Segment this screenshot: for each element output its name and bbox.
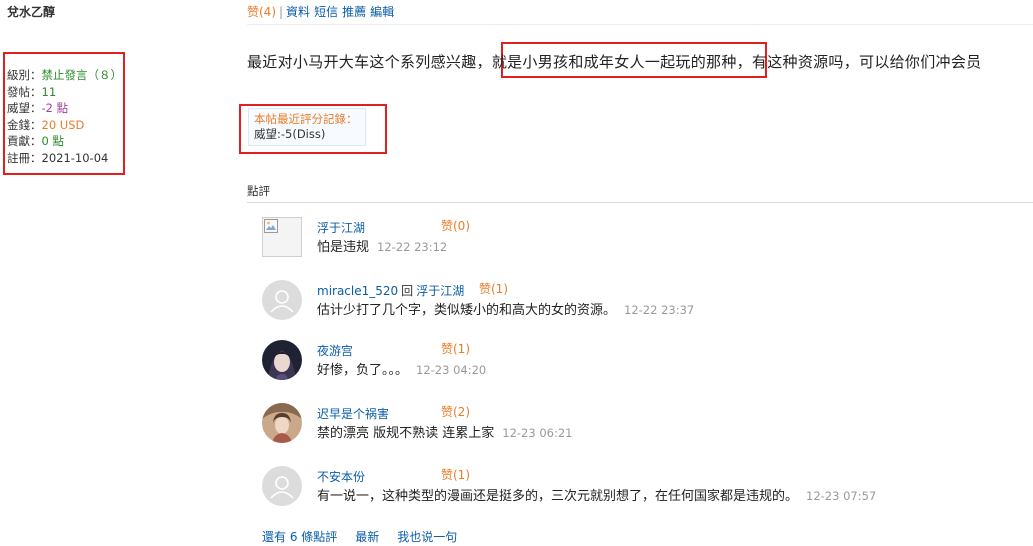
comment-praise-button[interactable]: 赞(1) bbox=[441, 340, 470, 357]
comment-time: 12-23 06:21 bbox=[502, 426, 573, 440]
comment-item: 夜游宫 赞(1) 好惨，负了。。。 12-23 04:20 bbox=[262, 340, 1022, 388]
divider bbox=[247, 202, 1033, 203]
comment-text: 估计少打了几个字，类似矮小的和高大的女的资源。 bbox=[317, 303, 617, 318]
comment-item: 迟早是个祸害 赞(2) 禁的漂亮 版规不熟读 连累上家 12-23 06:21 bbox=[262, 403, 1022, 451]
post-toolbar: 赞(4) | 資料 短信 推薦 編輯 bbox=[247, 3, 398, 20]
add-comment-link[interactable]: 我也说一句 bbox=[397, 530, 457, 544]
comment-body: 估计少打了几个字，类似矮小的和高大的女的资源。 12-22 23:37 bbox=[317, 299, 694, 318]
comment-body: 好惨，负了。。。 12-23 04:20 bbox=[317, 359, 486, 378]
broken-image-icon[interactable] bbox=[262, 217, 302, 257]
comments-heading: 點評 bbox=[247, 184, 270, 198]
comment-text: 怕是违规 bbox=[317, 240, 370, 255]
divider bbox=[247, 24, 1033, 25]
comment-text: 好惨，负了。。。 bbox=[317, 363, 409, 378]
edit-link[interactable]: 編輯 bbox=[370, 5, 394, 19]
comment-item: miracle1_520 回浮于江湖 赞(1) 估计少打了几个字，类似矮小的和高大… bbox=[262, 280, 1022, 328]
message-link[interactable]: 短信 bbox=[314, 5, 338, 19]
comment-header: 不安本份 bbox=[317, 468, 365, 485]
more-comments-link[interactable]: 還有 6 條點評 bbox=[262, 530, 337, 544]
reply-target-user[interactable]: 浮于江湖 bbox=[416, 284, 464, 298]
comment-praise-button[interactable]: 赞(0) bbox=[441, 217, 470, 234]
post-text-after: ，有这种资源吗，可以给你们冲会员 bbox=[736, 53, 982, 71]
comment-user[interactable]: miracle1_520 bbox=[317, 284, 398, 298]
comment-body: 怕是违规 12-22 23:12 bbox=[317, 236, 447, 255]
comment-user[interactable]: 不安本份 bbox=[317, 470, 365, 484]
comment-user[interactable]: 浮于江湖 bbox=[317, 221, 365, 235]
comment-user[interactable]: 迟早是个祸害 bbox=[317, 407, 389, 421]
author-name[interactable]: 兌水乙醇 bbox=[7, 3, 55, 20]
comment-text: 有一说一，这种类型的漫画还是挺多的，三次元就别想了，在任何国家都是违规的。 bbox=[317, 489, 799, 504]
comment-header: 夜游宫 bbox=[317, 342, 353, 359]
comment-body: 有一说一，这种类型的漫画还是挺多的，三次元就别想了，在任何国家都是违规的。 12-… bbox=[317, 485, 876, 504]
comment-item: 浮于江湖 赞(0) 怕是违规 12-22 23:12 bbox=[262, 217, 1022, 265]
comment-time: 12-23 04:20 bbox=[416, 363, 487, 377]
post-content: 最近对小马开大车这个系列感兴趣，就是小男孩和成年女人一起玩的那种，有这种资源吗，… bbox=[247, 51, 981, 72]
comment-praise-button[interactable]: 赞(1) bbox=[479, 280, 508, 297]
user-avatar-icon[interactable] bbox=[262, 280, 302, 320]
post-text-highlight: 就是小男孩和成年女人一起玩的那种 bbox=[491, 53, 737, 71]
highlight-box-user-info bbox=[3, 52, 125, 175]
user-avatar-icon[interactable] bbox=[262, 403, 302, 443]
comment-text: 禁的漂亮 版规不熟读 连累上家 bbox=[317, 426, 495, 441]
comment-praise-button[interactable]: 赞(2) bbox=[441, 403, 470, 420]
recommend-link[interactable]: 推薦 bbox=[342, 5, 366, 19]
comment-header: 迟早是个祸害 bbox=[317, 405, 389, 422]
praise-button[interactable]: 赞(4) bbox=[247, 5, 276, 19]
comment-body: 禁的漂亮 版规不熟读 连累上家 12-23 06:21 bbox=[317, 422, 572, 441]
rating-record: 本帖最近評分記錄： 威望:-5(Diss) bbox=[248, 108, 366, 146]
comment-header: miracle1_520 回浮于江湖 bbox=[317, 282, 464, 299]
post-text-before: 最近对小马开大车这个系列感兴趣， bbox=[247, 53, 492, 71]
comment-praise-button[interactable]: 赞(1) bbox=[441, 466, 470, 483]
rating-entry: 威望:-5(Diss) bbox=[254, 127, 326, 141]
user-avatar-icon[interactable] bbox=[262, 340, 302, 380]
profile-link[interactable]: 資料 bbox=[286, 5, 310, 19]
comments-footer: 還有 6 條點評 最新 我也说一句 bbox=[262, 528, 475, 545]
user-avatar-icon[interactable] bbox=[262, 466, 302, 506]
comment-header: 浮于江湖 bbox=[317, 219, 365, 236]
comment-time: 12-22 23:37 bbox=[624, 303, 695, 317]
comment-time: 12-22 23:12 bbox=[377, 240, 448, 254]
toolbar-separator: | bbox=[279, 5, 284, 19]
latest-link[interactable]: 最新 bbox=[355, 530, 379, 544]
rating-title: 本帖最近評分記錄： bbox=[254, 112, 358, 126]
comment-user[interactable]: 夜游宫 bbox=[317, 344, 353, 358]
comment-item: 不安本份 赞(1) 有一说一，这种类型的漫画还是挺多的，三次元就别想了，在任何国… bbox=[262, 466, 1022, 514]
comment-time: 12-23 07:57 bbox=[806, 489, 877, 503]
reply-label: 回 bbox=[401, 284, 414, 298]
